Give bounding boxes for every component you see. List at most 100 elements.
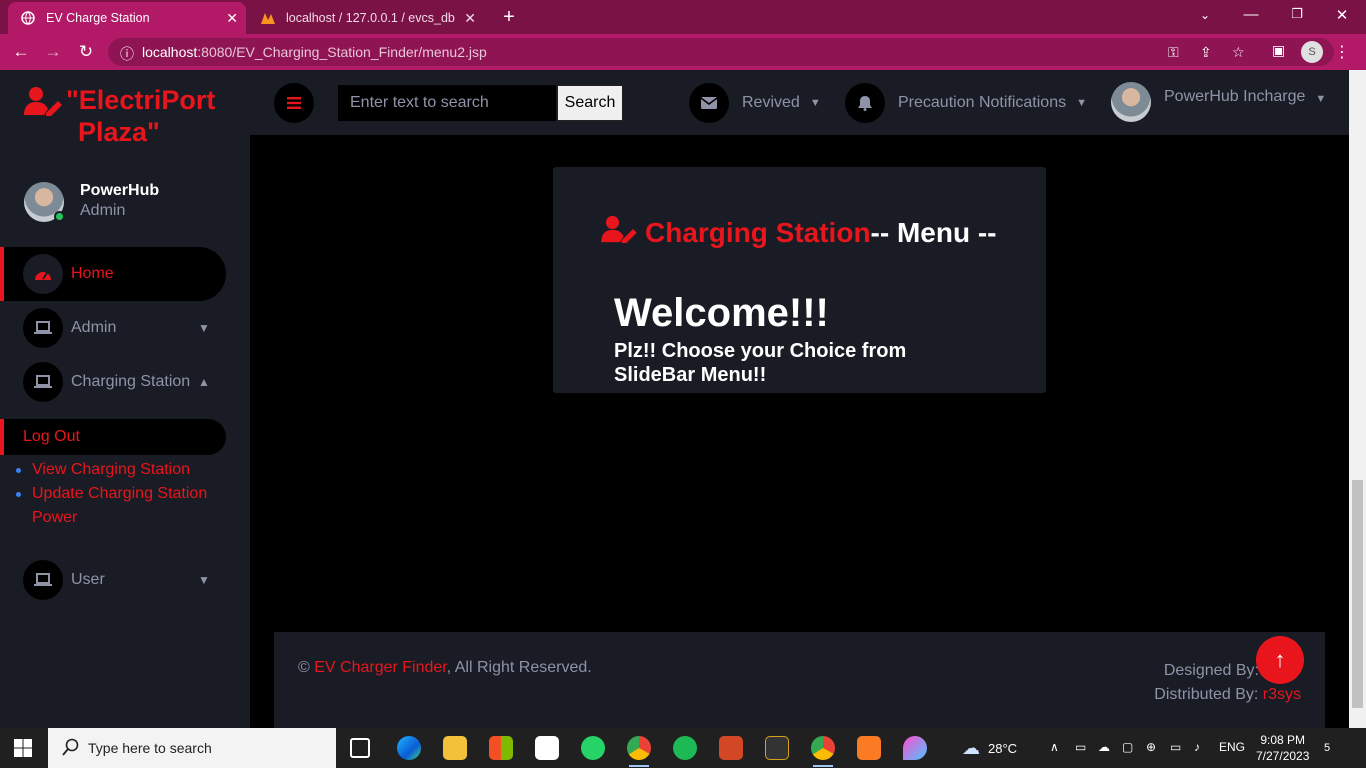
input-language[interactable]: ENG [1219,740,1245,754]
sidebar-item-charging-station[interactable]: Charging Station ▲ [0,355,226,409]
new-tab-button[interactable]: + [498,6,520,29]
maps-icon[interactable] [903,736,927,760]
sidebar-item-label: Admin [71,319,117,336]
task-view-icon[interactable] [350,738,370,758]
reload-icon[interactable]: ↻ [75,42,97,62]
laptop-icon [23,308,63,348]
globe-icon [20,10,36,26]
search-icon [62,738,80,761]
restore-button[interactable]: ❐ [1285,6,1309,22]
forward-icon[interactable]: → [42,42,64,62]
chevron-up-icon: ▲ [198,375,210,389]
app-icon[interactable] [765,736,789,760]
designed-by: Designed By: [1163,662,1259,679]
chrome-icon[interactable] [627,736,651,767]
distributed-by: Distributed By: [1154,686,1263,703]
temperature: 28°C [988,741,1018,756]
browser-tab-bar: EV Charge Station ✕ localhost / 127.0.0.… [0,0,1366,34]
url-host: localhost [142,44,198,60]
spotify-icon[interactable] [673,736,697,760]
revived-dropdown[interactable]: Revived ▼ [689,83,821,123]
meet-now-icon[interactable]: ▭ [1075,740,1086,754]
sidebar-item-user[interactable]: User ▼ [0,553,226,607]
display-icon[interactable]: ▢ [1122,740,1133,754]
sidebar: "ElectriPort Plaza" PowerHub Admin Home … [0,70,250,728]
scrollbar-thumb[interactable] [1352,480,1363,708]
info-icon[interactable]: ⓘ [120,44,134,64]
cloud-icon: ☁ [962,738,980,758]
weather-widget[interactable]: ☁ 28°C [962,738,1017,759]
sidebar-item-home[interactable]: Home [0,247,226,301]
revived-label: Revived [742,94,800,111]
windows-taskbar: Type here to search ☁ 28°C ∧ ▭ ☁ ▢ ⊕ ▭ ♪… [0,728,1366,768]
battery-icon[interactable]: ▭ [1170,740,1181,754]
star-icon[interactable]: ☆ [1232,44,1245,61]
hamburger-menu-icon[interactable] [274,83,314,123]
phpmyadmin-icon [260,10,276,26]
tray-overflow-icon[interactable]: ∧ [1050,740,1059,754]
logout-link[interactable]: Log Out [0,419,226,455]
dashboard-icon [23,254,63,294]
copyright-brand-link[interactable]: EV Charger Finder [314,659,447,676]
bell-icon [845,83,885,123]
xampp-icon[interactable] [857,736,881,760]
page-scrollbar[interactable] [1349,70,1366,728]
sidebar-item-admin[interactable]: Admin ▼ [0,301,226,355]
tab-phpmyadmin[interactable]: localhost / 127.0.0.1 / evcs_db | p ✕ [250,2,484,34]
profile-name: PowerHub [80,182,160,199]
copyright-prefix: © [298,659,315,676]
close-tab-icon[interactable]: ✕ [464,10,476,27]
microsoft-store-icon[interactable] [489,736,513,760]
arrow-up-icon: ↑ [1274,647,1286,672]
logout-label: Log Out [23,428,80,445]
notification-center-icon[interactable]: 5 [1324,738,1330,754]
avatar [1111,82,1151,122]
file-explorer-icon[interactable] [443,736,467,760]
taskbar-search-placeholder: Type here to search [88,740,212,756]
close-window-button[interactable]: ✕ [1330,6,1354,24]
key-icon[interactable]: ⚿ [1168,44,1179,61]
chrome-profile-icon[interactable] [811,736,835,767]
taskbar-search-box[interactable]: Type here to search [48,728,336,768]
brand-title-line1: "ElectriPort [66,85,216,115]
network-icon[interactable]: ⊕ [1146,740,1156,754]
address-bar: ← → ↻ ⓘ localhost:8080/EV_Charging_Stati… [0,34,1366,70]
volume-icon[interactable]: ♪ [1194,740,1200,754]
search-input[interactable] [338,85,556,121]
user-profile-dropdown[interactable]: PowerHub Incharge ▼ [1111,82,1326,122]
share-icon[interactable]: ⇪ [1200,44,1212,61]
back-to-top-button[interactable]: ↑ [1256,636,1304,684]
taskbar-clock[interactable]: 9:08 PM 7/27/2023 [1256,732,1309,764]
search-button[interactable]: Search [557,85,623,121]
profile-avatar[interactable]: S [1301,41,1323,63]
user-edit-icon [601,215,637,250]
url-path: :8080/EV_Charging_Station_Finder/menu2.j… [197,44,487,60]
sidebar-profile[interactable]: PowerHub Admin [24,182,159,222]
submenu-view-charging-station[interactable]: View Charging Station [14,458,229,482]
envelope-icon [689,83,729,123]
tab-search-icon[interactable]: ⌄ [1193,8,1217,22]
onedrive-icon[interactable]: ☁ [1098,740,1110,754]
laptop-icon [23,560,63,600]
url-field[interactable]: ⓘ localhost:8080/EV_Charging_Station_Fin… [108,38,1334,66]
edge-icon[interactable] [397,736,421,760]
back-icon[interactable]: ← [10,42,32,62]
copyright-text: © EV Charger Finder, All Right Reserved. [298,659,592,677]
precaution-notifications-dropdown[interactable]: Precaution Notifications ▼ [845,83,1087,123]
precaution-label: Precaution Notifications [898,94,1067,111]
mail-icon[interactable] [535,736,559,760]
close-tab-icon[interactable]: ✕ [226,10,238,27]
chevron-down-icon: ▼ [1315,93,1327,105]
brand-title-line2: Plaza" [78,117,160,147]
whatsapp-icon[interactable] [581,736,605,760]
minimize-button[interactable]: — [1239,6,1263,23]
powerpoint-icon[interactable] [719,736,743,760]
submenu-update-charging-station-power[interactable]: Update Charging Station Power [14,482,229,530]
clock-time: 9:08 PM [1260,733,1306,747]
welcome-subheading: Plz!! Choose your Choice from SlideBar M… [614,340,907,386]
windows-start-icon[interactable] [14,739,32,762]
distributor-link[interactable]: r3sys [1263,686,1301,703]
side-panel-icon[interactable]: ▣ [1272,42,1285,59]
menu-icon[interactable]: ⋮ [1334,42,1350,62]
tab-ev-charge-station[interactable]: EV Charge Station ✕ [8,2,246,34]
